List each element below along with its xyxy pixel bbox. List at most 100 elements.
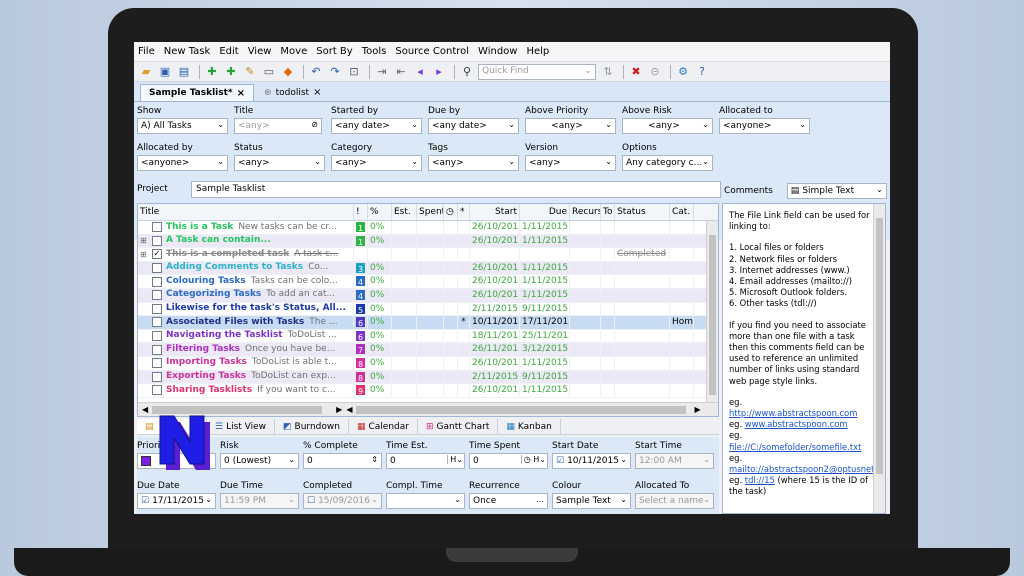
sort-icon[interactable]: ⇅ xyxy=(600,64,616,80)
task-title-cell[interactable]: Exporting Tasks ToDoList can exp... xyxy=(138,370,354,384)
menu-item-help[interactable]: Help xyxy=(526,46,549,57)
filter-tags-combo[interactable]: <any> ⌄ xyxy=(428,155,519,171)
attr--complete-field[interactable]: 0 ⇕ xyxy=(303,453,382,469)
column-header[interactable]: ◷ xyxy=(444,204,458,220)
filter-show-combo[interactable]: A) All Tasks ⌄ xyxy=(137,118,228,134)
task-title-cell[interactable]: This is a Task New tasks can be cr... xyxy=(138,221,354,234)
table-row[interactable]: Likewise for the task's Status, All... 5 0… xyxy=(138,302,718,317)
filter-started-by-combo[interactable]: <any date> ⌄ xyxy=(331,118,422,134)
grid-vertical-scrollbar[interactable] xyxy=(706,221,718,403)
menu-item-move[interactable]: Move xyxy=(280,46,307,57)
clock-icon[interactable]: ◷ xyxy=(524,455,534,464)
expand-icon[interactable]: ⊞ xyxy=(140,249,148,261)
column-header[interactable]: Est. xyxy=(392,204,417,220)
edit-icon[interactable]: ✎ xyxy=(242,64,258,80)
settings-icon[interactable]: ⚙ xyxy=(675,64,691,80)
attr-risk-field[interactable]: 0 (Lowest) ⌄ xyxy=(220,453,299,469)
table-row[interactable]: ⊞ A Task can contain... 1 0% 26/10/2015 1/11/… xyxy=(138,234,718,249)
column-header[interactable]: Start xyxy=(470,204,520,220)
filter-category-combo[interactable]: <any> ⌄ xyxy=(331,155,422,171)
task-checkbox[interactable] xyxy=(152,222,162,233)
column-header[interactable]: % xyxy=(368,204,392,220)
task-checkbox[interactable]: ✓ xyxy=(152,249,162,260)
attr-due-time-field[interactable]: 11:59 PM ⌄ xyxy=(220,493,299,509)
attr-allocated-to-field[interactable]: Select a name ⌄ xyxy=(635,493,714,509)
filter-allocated-by-combo[interactable]: <anyone> ⌄ xyxy=(137,155,228,171)
table-row[interactable]: Associated Files with Tasks The ... 6 0% * 10… xyxy=(138,316,718,330)
add-task-icon[interactable]: ✚ xyxy=(204,64,220,80)
column-header[interactable]: To xyxy=(601,204,615,220)
task-title-cell[interactable]: Importing Tasks ToDoList is able t... xyxy=(138,356,354,370)
checkbox-icon[interactable]: ☐ xyxy=(307,496,315,506)
scroll-thumb[interactable] xyxy=(356,405,687,414)
grid-horizontal-scrollbar[interactable]: ◀ ▶ ◀ ▶ xyxy=(138,402,718,416)
scroll-thumb[interactable] xyxy=(876,218,883,474)
task-title-cell[interactable]: Categorizing Tasks To add an cat... xyxy=(138,288,354,302)
comments-panel[interactable]: The File Link field can be used for link… xyxy=(722,203,886,514)
column-header[interactable]: Status xyxy=(615,204,670,220)
filter-allocated-to-combo[interactable]: <anyone> ⌄ xyxy=(719,118,810,134)
scroll-thumb[interactable] xyxy=(709,235,716,395)
task-checkbox[interactable] xyxy=(152,317,162,328)
task-checkbox[interactable] xyxy=(152,263,162,274)
attr-due-date-field[interactable]: ☑ 17/11/2015 ⌄ xyxy=(137,493,216,509)
task-title-cell[interactable]: Colouring Tasks Tasks can be colo... xyxy=(138,275,354,288)
spinner-icon[interactable]: ⇕ xyxy=(371,455,378,464)
table-row[interactable]: Importing Tasks ToDoList is able t... 8 0% 2… xyxy=(138,356,718,371)
time-unit-combo[interactable]: ◷ H⌄ xyxy=(520,455,546,464)
open-folder-icon[interactable]: ▰ xyxy=(138,64,154,80)
scroll-left-icon[interactable]: ◀ xyxy=(142,405,148,414)
checkbox-icon[interactable]: ☑ xyxy=(141,496,149,506)
task-checkbox[interactable] xyxy=(152,331,162,342)
scroll-left-icon[interactable]: ◀ xyxy=(346,405,352,414)
properties-icon[interactable]: ▭ xyxy=(261,64,277,80)
view-tab-kanban[interactable]: ▦ Kanban xyxy=(498,419,561,434)
comments-format-combo[interactable]: ▤ Simple Text ⌄ xyxy=(786,183,887,199)
column-header[interactable]: Due xyxy=(520,204,570,220)
column-header[interactable]: Spent xyxy=(417,204,444,220)
save-icon[interactable]: ▣ xyxy=(157,64,173,80)
clear-icon[interactable]: ◆ xyxy=(280,64,296,80)
attr-colour-field[interactable]: Sample Text ⌄ xyxy=(552,493,631,509)
attr-recurrence-field[interactable]: Once… xyxy=(469,493,548,509)
scroll-thumb[interactable] xyxy=(152,405,323,414)
task-checkbox[interactable] xyxy=(152,235,162,246)
tab-sample-tasklist[interactable]: Sample Tasklist* × xyxy=(140,84,255,101)
delete-icon[interactable]: ✖ xyxy=(628,64,644,80)
column-header[interactable]: Recurs xyxy=(570,204,601,220)
comment-link[interactable]: www.abstractspoon.com xyxy=(745,419,848,429)
table-row[interactable]: Adding Comments to Tasks Co... 3 0% 26/10/20… xyxy=(138,261,718,276)
menu-item-sort-by[interactable]: Sort By xyxy=(316,46,352,57)
undo-icon[interactable]: ↶ xyxy=(308,64,324,80)
indent-icon[interactable]: ⇥ xyxy=(374,64,390,80)
task-checkbox[interactable] xyxy=(152,385,162,396)
clear-filter-icon[interactable]: ⊘ xyxy=(311,120,318,129)
filter-above-priority-combo[interactable]: <any> ⌄ xyxy=(525,118,616,134)
checkbox-icon[interactable]: ☑ xyxy=(556,456,564,466)
close-icon[interactable]: × xyxy=(313,87,321,98)
scroll-right-icon[interactable]: ▶ xyxy=(694,405,700,414)
task-title-cell[interactable]: ⊞ ✓ This is a completed task A task c... xyxy=(138,248,354,261)
table-row[interactable]: Categorizing Tasks To add an cat... 4 0% 26/… xyxy=(138,288,718,303)
table-row[interactable]: Sharing Tasklists If you want to c... 9 0% 2… xyxy=(138,384,718,398)
table-row[interactable]: Navigating the Tasklist ToDoList ... 6 0% 18… xyxy=(138,329,718,344)
comment-link[interactable]: tdl://15 xyxy=(745,475,775,485)
attr-time-est-field[interactable]: 0 H⌄ xyxy=(386,453,465,469)
menu-item-source-control[interactable]: Source Control xyxy=(395,46,469,57)
quick-find-combo[interactable]: Quick Find ⌄ xyxy=(478,63,596,80)
comment-link[interactable]: http://www.abstractspoon.com xyxy=(729,408,857,418)
menu-item-edit[interactable]: Edit xyxy=(219,46,238,57)
redo-icon[interactable]: ↷ xyxy=(327,64,343,80)
table-row[interactable]: This is a Task New tasks can be cr... 1 0% 2… xyxy=(138,221,718,235)
task-checkbox[interactable] xyxy=(152,344,162,355)
menu-item-window[interactable]: Window xyxy=(478,46,517,57)
filter-status-combo[interactable]: <any> ⌄ xyxy=(234,155,325,171)
menu-item-view[interactable]: View xyxy=(248,46,272,57)
task-checkbox[interactable] xyxy=(152,358,162,369)
column-header[interactable]: Title xyxy=(138,204,354,220)
table-row[interactable]: Exporting Tasks ToDoList can exp... 8 0% 2/1… xyxy=(138,370,718,385)
save-all-icon[interactable]: ▤ xyxy=(176,64,192,80)
task-title-cell[interactable]: ⊞ A Task can contain... xyxy=(138,234,354,248)
task-checkbox[interactable] xyxy=(151,303,162,314)
column-header[interactable]: * xyxy=(458,204,470,220)
